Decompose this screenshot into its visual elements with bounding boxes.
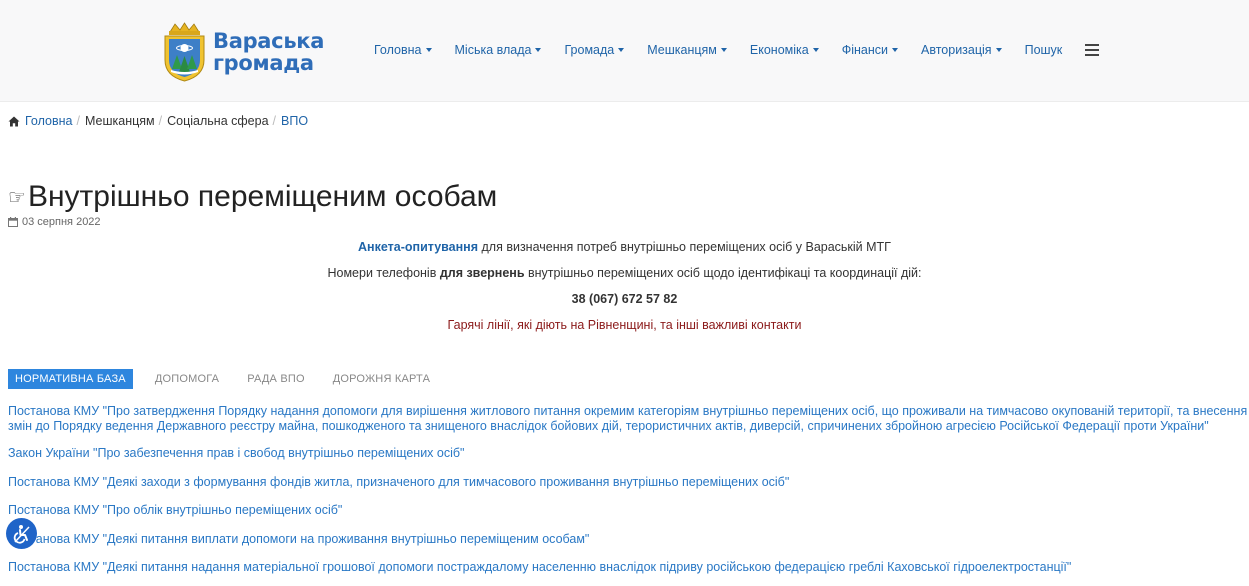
hamburger-bar — [1085, 49, 1099, 51]
survey-link[interactable]: Анкета-опитування — [358, 240, 478, 254]
breadcrumb-separator: / — [76, 114, 80, 128]
site-logo[interactable]: Вараська громада — [161, 22, 324, 82]
publish-date: 03 серпня 2022 — [8, 216, 101, 228]
nav-item-home[interactable]: Головна — [374, 43, 432, 57]
breadcrumb-social-sphere: Соціальна сфера — [167, 114, 269, 128]
breadcrumb-separator: / — [272, 114, 277, 128]
logo-text: Вараська громада — [213, 30, 324, 74]
caret-down-icon — [892, 48, 898, 52]
hotlines-link[interactable]: Гарячі лінії, які діють на Рівненщині, т… — [0, 318, 1249, 332]
nav-label: Мешканцям — [647, 43, 717, 57]
home-icon — [8, 116, 20, 127]
phones-line: Номери телефонів для звернень внутрішньо… — [0, 266, 1249, 280]
publish-date-text: 03 серпня 2022 — [22, 216, 101, 228]
nav-item-search[interactable]: Пошук — [1025, 43, 1063, 57]
document-link[interactable]: Постанова КМУ "Деякі заходи з формування… — [8, 475, 789, 490]
nav-item-community[interactable]: Громада — [564, 43, 625, 57]
logo-text-line2: громада — [213, 51, 314, 75]
page-title: ☞ Внутрішньо переміщеним особам — [8, 180, 497, 214]
breadcrumb-residents: Мешканцям — [84, 114, 155, 128]
tab-vpo-council[interactable]: РАДА ВПО — [233, 369, 319, 389]
phones-line-bold: для звернень — [439, 266, 525, 280]
tab-normative-base[interactable]: НОРМАТИВНА БАЗА — [8, 369, 133, 389]
nav-label: Міська влада — [454, 43, 532, 57]
phone-number: 38 (067) 672 57 82 — [571, 292, 678, 306]
nav-item-residents[interactable]: Мешканцям — [647, 43, 727, 57]
coat-of-arms-icon — [164, 22, 205, 82]
nav-label: Пошук — [1024, 43, 1063, 57]
caret-down-icon — [995, 48, 1002, 52]
tab-roadmap[interactable]: ДОРОЖНЯ КАРТА — [319, 369, 444, 389]
nav-label: Громада — [564, 43, 615, 57]
phones-line-a: Номери телефонів — [327, 266, 440, 280]
hamburger-bar — [1085, 54, 1099, 56]
wheelchair-icon — [13, 524, 30, 544]
pointing-hand-icon: ☞ — [8, 186, 26, 209]
document-link[interactable]: Постанова КМУ "Деякі питання надання мат… — [8, 560, 1071, 575]
caret-down-icon — [618, 48, 625, 52]
nav-item-finance[interactable]: Фінанси — [842, 43, 898, 57]
caret-down-icon — [425, 48, 432, 52]
breadcrumb-home[interactable]: Головна — [25, 114, 73, 128]
document-link[interactable]: Постанова КМУ "Про облік внутрішньо пере… — [8, 503, 342, 518]
nav-item-authorization[interactable]: Авторизація — [921, 43, 1002, 57]
nav-label: Економіка — [749, 43, 809, 57]
site-header: Вараська громада Головна Міська влада Гр… — [0, 0, 1249, 102]
caret-down-icon — [720, 48, 727, 52]
breadcrumb-separator: / — [158, 114, 163, 128]
survey-line-text: для визначення потреб внутрішньо переміщ… — [478, 240, 891, 254]
nav-label: Головна — [374, 43, 422, 57]
breadcrumb-vpo[interactable]: ВПО — [281, 114, 308, 128]
document-link[interactable]: Закон України "Про забезпечення прав і с… — [8, 446, 464, 461]
phones-line-b: внутрішньо переміщених осіб щодо ідентиф… — [524, 266, 922, 280]
breadcrumb: Головна / Мешканцям / Соціальна сфера / … — [8, 114, 308, 128]
nav-item-city-government[interactable]: Міська влада — [455, 43, 542, 57]
main-nav: Головна Міська влада Громада Мешканцям Е… — [374, 42, 1085, 58]
survey-line: Анкета-опитування для визначення потреб … — [0, 240, 1249, 254]
caret-down-icon — [535, 48, 542, 52]
calendar-icon — [8, 217, 18, 227]
page-title-text: Внутрішньо переміщеним особам — [27, 180, 498, 213]
nav-label: Авторизація — [921, 43, 992, 57]
nav-label: Фінанси — [841, 43, 888, 57]
tab-assistance[interactable]: ДОПОМОГА — [141, 369, 233, 389]
logo-text-line1: Вараська — [213, 29, 325, 53]
document-link[interactable]: Постанова КМУ "Деякі питання виплати доп… — [8, 532, 589, 547]
accessibility-button[interactable] — [6, 518, 37, 549]
content-tabs: НОРМАТИВНА БАЗА ДОПОМОГА РАДА ВПО ДОРОЖН… — [8, 369, 444, 389]
caret-down-icon — [812, 48, 819, 52]
document-link[interactable]: Постанова КМУ "Про затвердження Порядку … — [8, 404, 1248, 433]
nav-item-economy[interactable]: Економіка — [750, 43, 819, 57]
hamburger-bar — [1085, 44, 1099, 46]
hamburger-menu-icon[interactable] — [1085, 44, 1099, 56]
